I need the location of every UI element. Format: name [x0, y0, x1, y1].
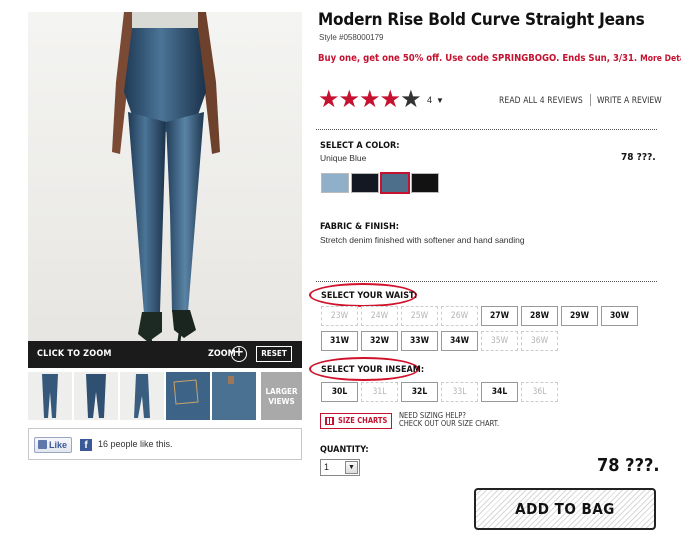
promo-banner: Buy one, get one 50% off. Use code SPRIN… [318, 53, 681, 64]
section-divider [316, 129, 657, 130]
quantity-label: QUANTITY: [320, 445, 369, 455]
quantity-value: 1 [324, 462, 330, 472]
divider [590, 94, 591, 106]
caret-down-icon[interactable]: ▼ [436, 96, 444, 105]
select-color-label: SELECT A COLOR: [320, 141, 400, 151]
thumbnail-strip: LARGER VIEWS [28, 372, 302, 420]
color-swatch[interactable] [351, 173, 379, 193]
size-option[interactable]: 29W [561, 306, 598, 326]
thumbnail-front[interactable] [28, 372, 72, 420]
zoom-in-icon[interactable]: + [231, 346, 247, 362]
fabric-description: Stretch denim finished with softener and… [320, 235, 525, 245]
size-option[interactable]: 30W [601, 306, 638, 326]
size-option[interactable]: 34W [441, 331, 478, 351]
section-divider [316, 281, 657, 282]
facebook-like-count: 16 people like this. [98, 439, 173, 449]
star-icon: ★ [338, 86, 360, 113]
size-option: 31L [361, 382, 398, 402]
quantity-select[interactable]: 1 ▼ [320, 459, 360, 476]
size-option[interactable]: 28W [521, 306, 558, 326]
size-chart-icon [325, 417, 334, 425]
selected-color-name: Unique Blue [320, 153, 367, 163]
star-icon: ★ [359, 86, 380, 113]
select-waist-label: SELECT YOUR WAIST: [321, 291, 418, 301]
select-inseam-label: SELECT YOUR INSEAM: [321, 365, 425, 375]
fabric-label: FABRIC & FINISH: [320, 222, 399, 232]
jeans-thumbnail-icon [166, 372, 210, 420]
jeans-thumbnail-icon [134, 374, 150, 418]
thumbnail-detail-pocket[interactable] [166, 372, 210, 420]
style-number: Style #058000179 [319, 33, 384, 42]
facebook-icon: f [80, 439, 92, 451]
add-to-bag-button[interactable]: ADD TO BAG [474, 488, 656, 530]
zoom-bar: CLICK TO ZOOM ZOOM + RESET [28, 341, 302, 368]
reset-button[interactable]: RESET [256, 346, 292, 362]
facebook-like-box: Like f 16 people like this. [28, 428, 302, 460]
size-option[interactable]: 32W [361, 331, 398, 351]
thumbnail-back[interactable] [74, 372, 118, 420]
size-option[interactable]: 33W [401, 331, 438, 351]
sizing-help-text: NEED SIZING HELP? CHECK OUT OUR SIZE CHA… [399, 412, 499, 428]
size-option[interactable]: 30L [321, 382, 358, 402]
jeans-thumbnail-icon [42, 374, 58, 418]
more-details-link[interactable]: More Details [640, 54, 681, 64]
facebook-like-button[interactable]: Like [34, 437, 72, 453]
product-price: 78 ???. [597, 455, 660, 476]
click-to-zoom-label[interactable]: CLICK TO ZOOM [37, 349, 112, 359]
size-option: 24W [361, 306, 398, 326]
thumbs-up-icon [38, 440, 47, 449]
thumbnail-side[interactable] [120, 372, 164, 420]
size-option[interactable]: 34L [481, 382, 518, 402]
chevron-down-icon[interactable]: ▼ [345, 461, 358, 474]
size-option[interactable]: 27W [481, 306, 518, 326]
color-price: 78 ???. [621, 152, 656, 163]
size-option: 33L [441, 382, 478, 402]
product-main-image[interactable] [28, 12, 302, 368]
jeans-model-illustration [112, 12, 220, 353]
sizing-help-line2: CHECK OUT OUR SIZE CHART. [399, 419, 500, 428]
write-review-link[interactable]: WRITE A REVIEW [597, 96, 662, 106]
jeans-thumbnail-icon [86, 374, 106, 418]
size-option: 26W [441, 306, 478, 326]
size-option: 23W [321, 306, 358, 326]
color-swatch[interactable] [321, 173, 349, 193]
star-empty-icon: ★ [400, 86, 421, 113]
color-swatch-selected[interactable] [380, 172, 410, 194]
read-reviews-link[interactable]: READ ALL 4 REVIEWS [499, 96, 583, 106]
like-label: Like [49, 440, 68, 450]
size-option: 36L [521, 382, 558, 402]
larger-views-line1: LARGER [265, 387, 298, 396]
larger-views-button[interactable]: LARGER VIEWS [261, 372, 302, 420]
promo-text: Buy one, get one 50% off. Use code SPRIN… [318, 53, 638, 64]
jeans-thumbnail-icon [212, 372, 256, 420]
thumbnail-detail-waist[interactable] [212, 372, 256, 420]
size-option[interactable]: 31W [321, 331, 358, 351]
size-charts-button[interactable]: SIZE CHARTS [320, 413, 392, 429]
size-option[interactable]: 32L [401, 382, 438, 402]
rating-stars[interactable]: ★★★★★ [318, 86, 422, 113]
size-charts-label: SIZE CHARTS [338, 416, 388, 425]
size-option: 36W [521, 331, 558, 351]
rating-count: 4 [427, 95, 433, 105]
star-icon: ★ [379, 86, 401, 113]
product-title: Modern Rise Bold Curve Straight Jeans [318, 10, 645, 30]
larger-views-line2: VIEWS [268, 397, 295, 406]
color-swatch[interactable] [411, 173, 439, 193]
size-option: 25W [401, 306, 438, 326]
star-icon: ★ [318, 86, 339, 113]
size-option: 35W [481, 331, 518, 351]
